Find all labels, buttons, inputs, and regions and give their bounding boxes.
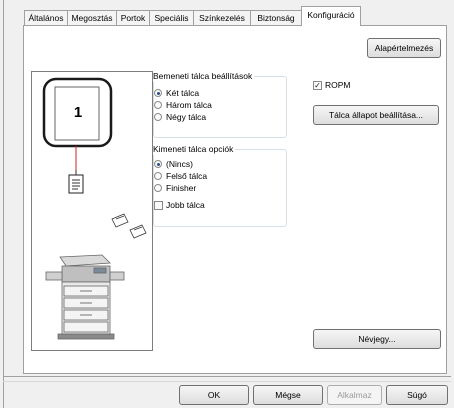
tab-portok[interactable]: Portok <box>116 10 150 25</box>
tab-szinkezeles[interactable]: Színkezelés <box>193 10 251 25</box>
tray-status-button[interactable]: Tálca állapot beállítása... <box>313 105 439 125</box>
output-tray-group: Kimeneti tálca opciók (Nincs) Felső tálc… <box>153 144 287 227</box>
tab-altalanos[interactable]: Általános <box>24 10 68 25</box>
output-sheets-icon <box>111 213 147 239</box>
output-tray-option-label: Felső tálca <box>166 171 208 181</box>
ropm-label: ROPM <box>325 80 351 90</box>
tab-konfiguracio[interactable]: Konfiguráció <box>301 6 361 26</box>
input-tray-group-title: Bemeneti tálca beállítások <box>153 71 255 82</box>
window-left-edge <box>3 0 4 408</box>
input-tray-option-label: Négy tálca <box>166 112 207 122</box>
help-button[interactable]: Súgó <box>386 385 448 405</box>
namecard-button[interactable]: Névjegy... <box>313 329 441 349</box>
right-tray-label: Jobb tálca <box>166 200 205 210</box>
configuration-panel: Alapértelmezés 1 Bemeneti tálca beállítá… <box>23 25 447 374</box>
radio-unselected[interactable] <box>154 172 162 180</box>
status-separator-bottom <box>3 381 451 382</box>
printer-illustration <box>45 254 125 340</box>
radio-unselected[interactable] <box>154 101 162 109</box>
printer-preview: 1 <box>31 71 153 351</box>
apply-button[interactable]: Alkalmaz <box>327 385 382 405</box>
ok-button[interactable]: OK <box>179 385 249 405</box>
input-tray-option-label: Három tálca <box>166 100 212 110</box>
radio-selected[interactable] <box>154 160 162 168</box>
radio-unselected[interactable] <box>154 113 162 121</box>
status-separator-top <box>3 376 451 377</box>
checkbox-checked[interactable]: ✓ <box>313 81 322 90</box>
radio-selected[interactable] <box>154 89 162 97</box>
defaults-button[interactable]: Alapértelmezés <box>367 38 441 58</box>
output-tray-option-label: (Nincs) <box>166 159 193 169</box>
tab-megosztas[interactable]: Megosztás <box>67 10 117 25</box>
printer-preview-graphic <box>42 77 147 340</box>
output-tray-group-title: Kimeneti tálca opciók <box>153 144 236 155</box>
tab-specialis[interactable]: Speciális <box>149 10 194 25</box>
output-tray-option-label: Finisher <box>166 183 197 193</box>
cancel-button[interactable]: Mégse <box>253 385 323 405</box>
document-icon <box>68 174 84 194</box>
tab-biztonsag[interactable]: Biztonság <box>250 10 302 25</box>
input-tray-option-label: Két tálca <box>166 88 200 98</box>
tray-number: 1 <box>73 104 83 121</box>
radio-unselected[interactable] <box>154 184 162 192</box>
checkbox-unchecked[interactable] <box>154 201 163 210</box>
ropm-checkbox[interactable]: ✓ ROPM <box>313 80 373 91</box>
input-tray-group: Bemeneti tálca beállítások Két tálca Hár… <box>153 71 287 138</box>
